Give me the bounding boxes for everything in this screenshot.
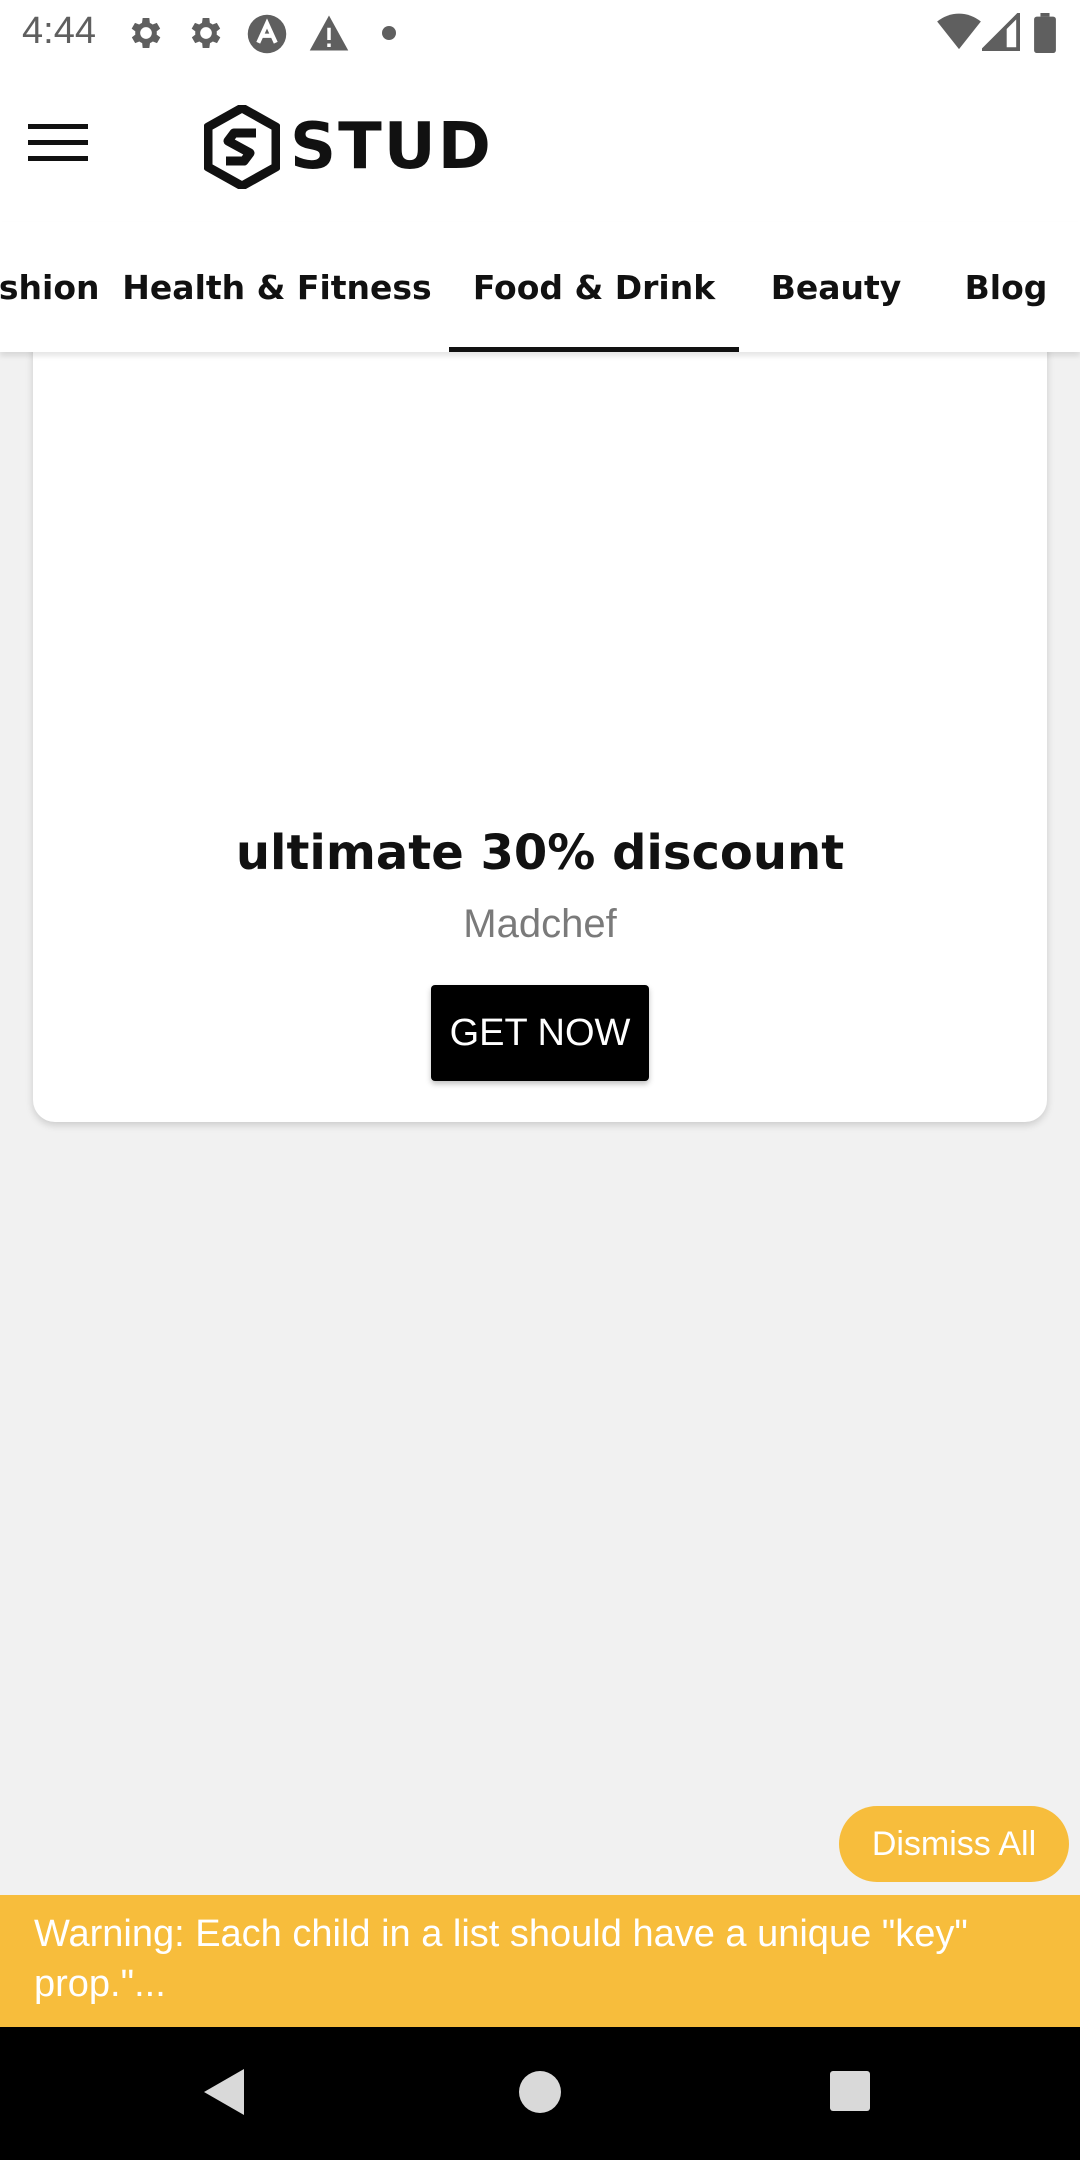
- tab-blog[interactable]: Blog: [956, 222, 1056, 352]
- tab-health-fitness[interactable]: Health & Fitness: [120, 222, 434, 352]
- status-time: 4:44: [22, 10, 96, 52]
- home-icon[interactable]: [517, 2069, 563, 2115]
- logo-icon: [204, 105, 280, 189]
- get-now-button[interactable]: GET NOW: [431, 985, 649, 1081]
- tab-food-drink[interactable]: Food & Drink: [449, 222, 739, 352]
- battery-icon: [1034, 13, 1056, 53]
- tab-label: Beauty: [770, 267, 902, 307]
- recents-icon[interactable]: [828, 2069, 872, 2113]
- brand-logo[interactable]: STUD: [204, 104, 493, 190]
- back-icon[interactable]: [200, 2065, 250, 2119]
- dismiss-all-button[interactable]: Dismiss All: [839, 1806, 1069, 1882]
- dot-icon: [382, 26, 396, 40]
- warning-icon: [309, 15, 349, 51]
- category-tabs: Fashion Health & Fitness Food & Drink Be…: [0, 222, 1080, 352]
- warning-banner[interactable]: Warning: Each child in a list should hav…: [0, 1895, 1080, 2027]
- gear-icon: [191, 18, 221, 48]
- wifi-icon: [937, 13, 981, 50]
- tab-label: Fashion: [0, 267, 100, 307]
- deal-title: ultimate 30% discount: [235, 825, 845, 881]
- system-nav-bar: [0, 2027, 1080, 2160]
- gear-icon: [131, 18, 161, 48]
- signal-icon: [982, 13, 1020, 51]
- tab-beauty[interactable]: Beauty: [758, 222, 914, 352]
- app-a-icon: [247, 14, 287, 54]
- tab-label: Food & Drink: [472, 267, 716, 307]
- tab-label: Blog: [964, 267, 1048, 307]
- brand-name: STUD: [290, 110, 493, 184]
- tab-fashion[interactable]: Fashion: [0, 222, 100, 352]
- deal-card: ultimate 30% discount Madchef GET NOW: [33, 320, 1047, 1122]
- deal-brand: Madchef: [463, 902, 617, 946]
- app-screen: 4:44 STUD shion Health & Fitness Food & …: [0, 0, 1080, 2160]
- hamburger-icon[interactable]: [28, 118, 90, 168]
- status-bar: 4:44: [0, 0, 1080, 66]
- tab-label: Health & Fitness: [122, 267, 432, 307]
